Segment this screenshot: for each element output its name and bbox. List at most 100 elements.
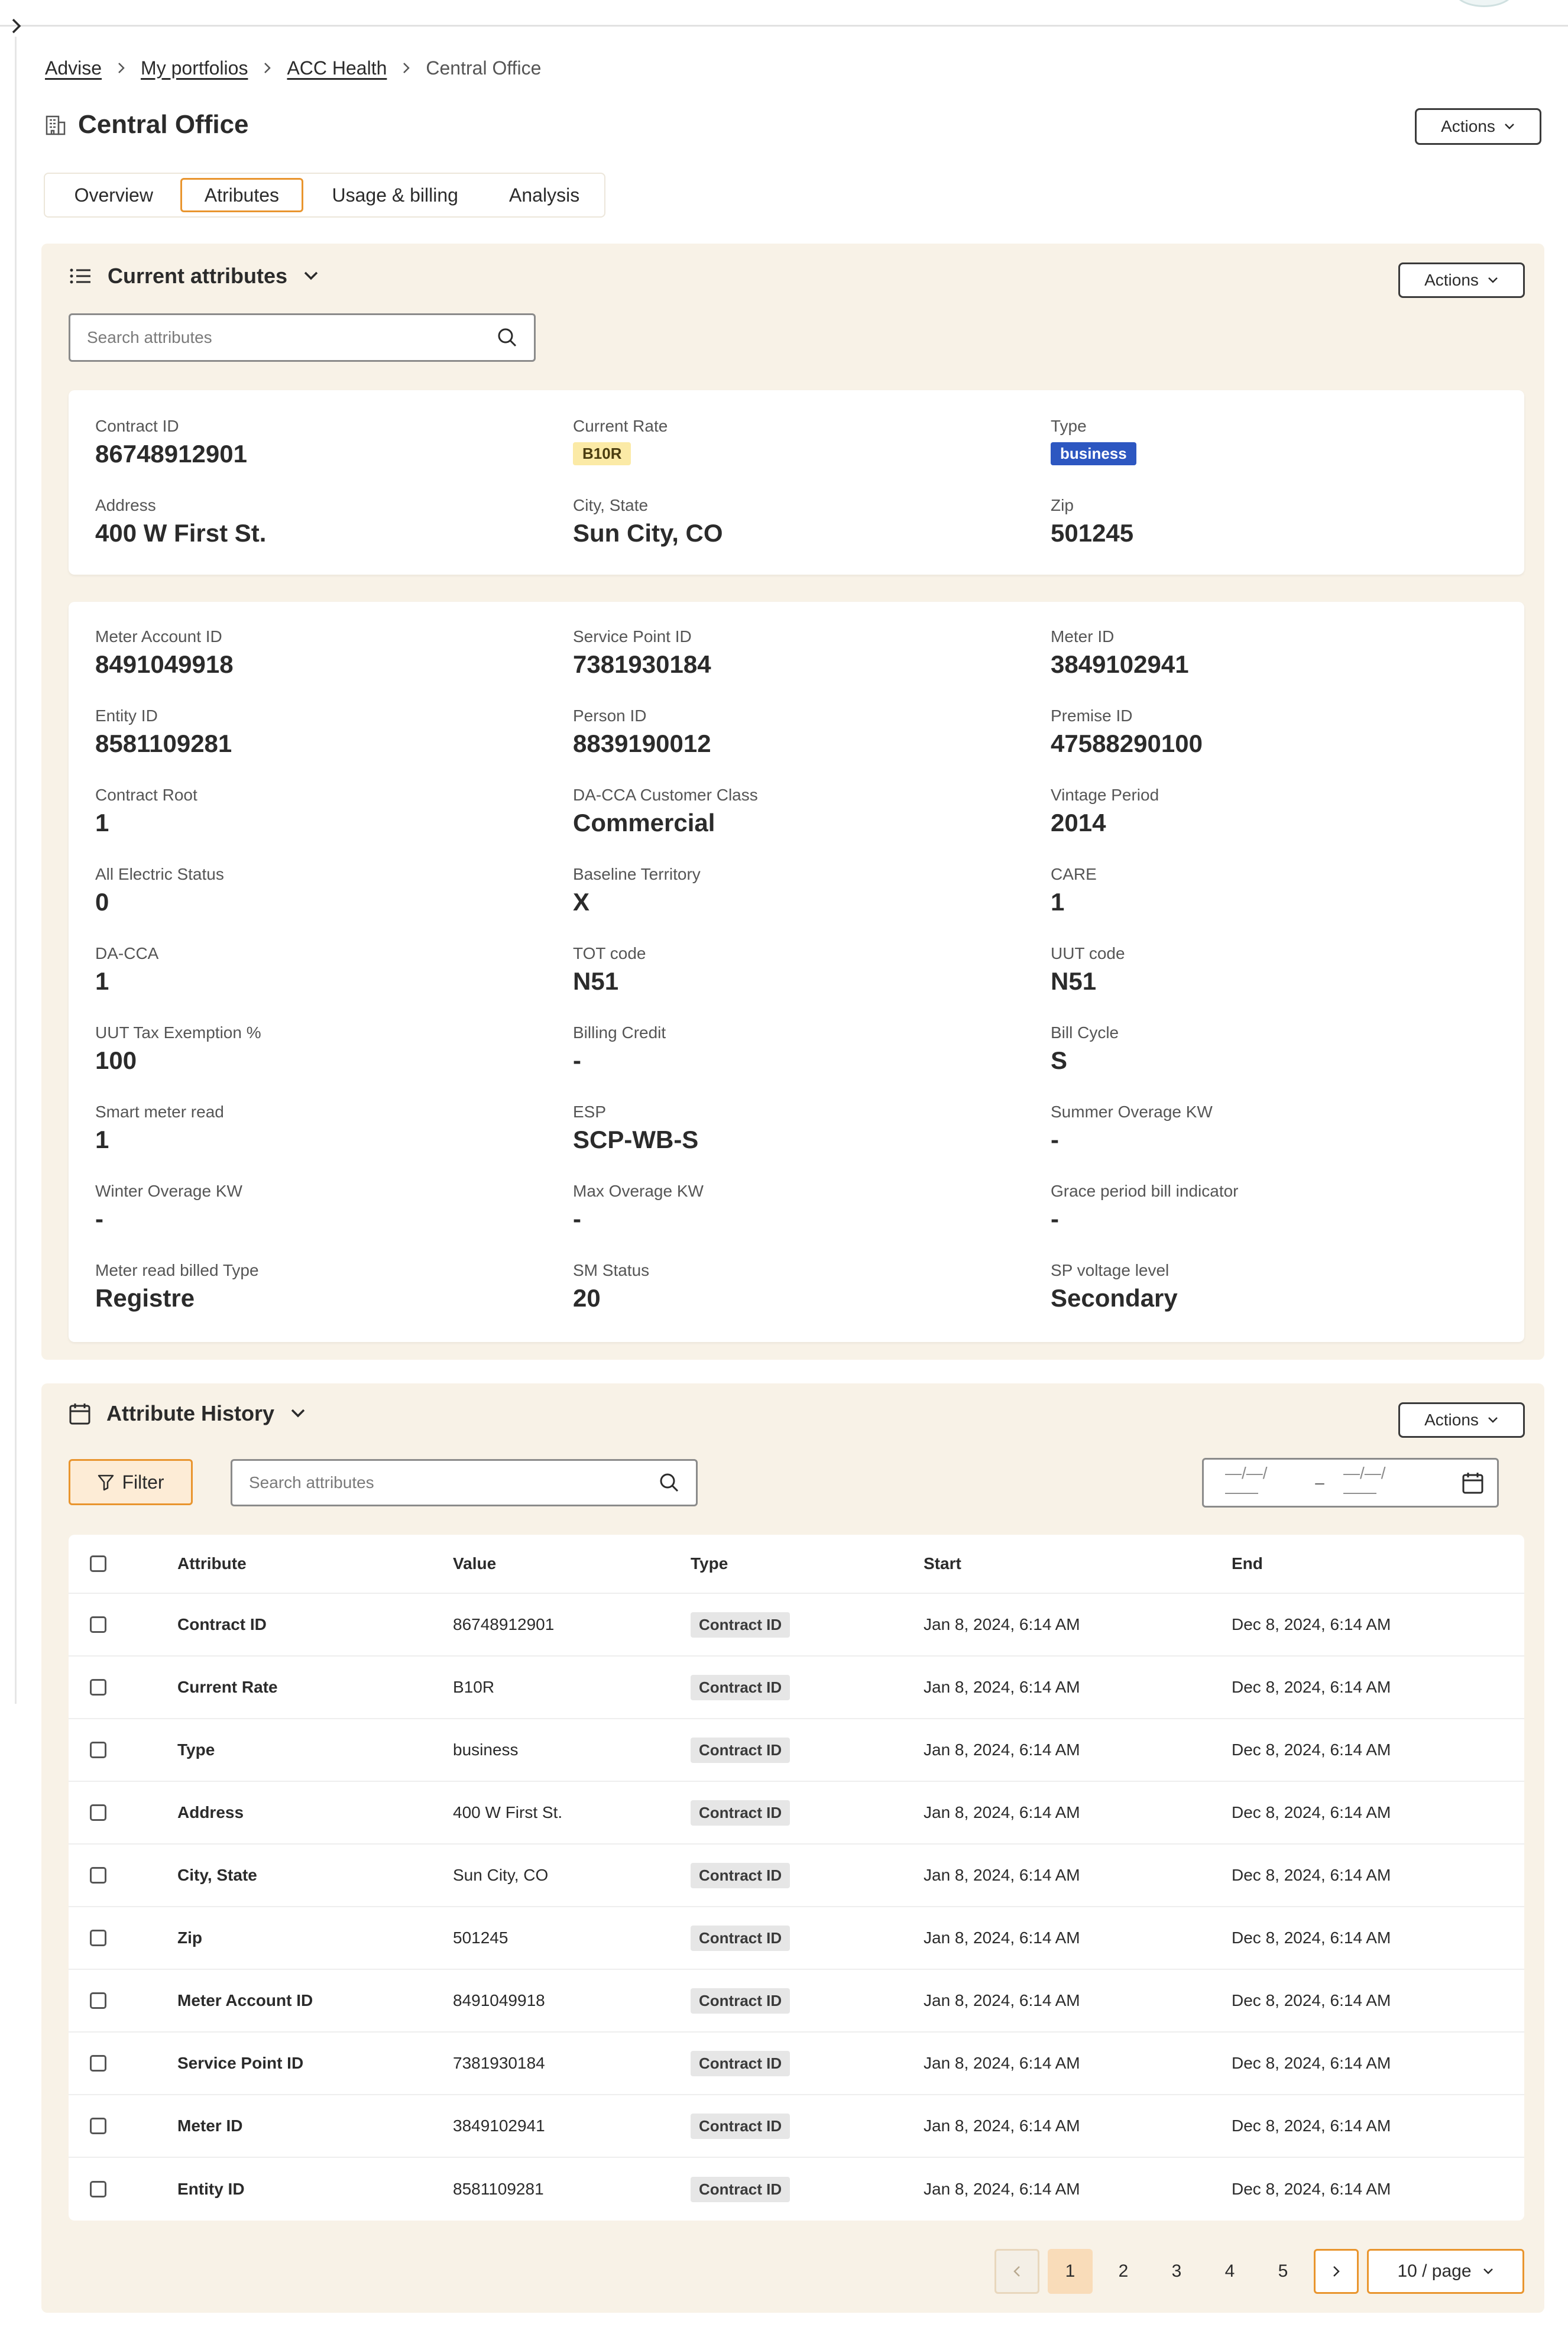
page-actions-button[interactable]: Actions: [1415, 108, 1541, 145]
field-baseline-territory: Baseline Territory X: [573, 864, 701, 918]
summary-card: Contract ID 86748912901 Current Rate B10…: [69, 390, 1524, 575]
field-label: Summer Overage KW: [1051, 1103, 1213, 1121]
value-text: 501245: [453, 1928, 508, 1947]
field-max-overage-kw: Max Overage KW -: [573, 1181, 704, 1234]
field-label: Meter read billed Type: [95, 1261, 259, 1279]
end-date-input[interactable]: —/—/——: [1343, 1464, 1414, 1502]
select-all-checkbox[interactable]: [90, 1555, 106, 1572]
start-text: Jan 8, 2024, 6:14 AM: [924, 1740, 1080, 1759]
tab-usage-billing[interactable]: Usage & billing: [303, 178, 487, 212]
current-attributes-actions-button[interactable]: Actions: [1398, 262, 1525, 298]
row-checkbox[interactable]: [90, 1867, 106, 1884]
row-checkbox[interactable]: [90, 1930, 106, 1946]
cell-value: Sun City, CO: [453, 1845, 548, 1906]
table-row[interactable]: City, State Sun City, CO Contract ID Jan 8,…: [69, 1845, 1524, 1907]
field-value: 400 W First St.: [95, 519, 267, 547]
history-search-input[interactable]: Search attributes: [231, 1459, 698, 1506]
filter-button[interactable]: Filter: [69, 1459, 193, 1505]
type-tag: Contract ID: [691, 1988, 791, 2014]
row-select-cell: [90, 1782, 106, 1843]
attribute-name: Type: [177, 1740, 215, 1759]
table-row[interactable]: Current Rate B10R Contract ID Jan 8, 2024, …: [69, 1657, 1524, 1719]
search-icon[interactable]: [497, 328, 517, 348]
table-row[interactable]: Zip 501245 Contract ID Jan 8, 2024, 6:14 AM…: [69, 1907, 1524, 1970]
table-row[interactable]: Type business Contract ID Jan 8, 2024, 6:14…: [69, 1719, 1524, 1782]
calendar-icon[interactable]: [1462, 1471, 1484, 1495]
start-date-input[interactable]: —/—/——: [1225, 1464, 1296, 1502]
attribute-name: Address: [177, 1803, 244, 1821]
breadcrumb-acc-health[interactable]: ACC Health: [287, 57, 387, 79]
page-3-button[interactable]: 3: [1154, 2249, 1199, 2294]
list-icon: [69, 265, 92, 287]
table-row[interactable]: Entity ID 8581109281 Contract ID Jan 8, 202…: [69, 2158, 1524, 2221]
table-row[interactable]: Address 400 W First St. Contract ID Jan 8, …: [69, 1782, 1524, 1845]
attribute-history-title: Attribute History: [106, 1401, 275, 1425]
calendar-icon: [69, 1402, 91, 1425]
type-tag: Contract ID: [691, 1674, 791, 1700]
field-value: 7381930184: [573, 650, 711, 678]
page-1-button[interactable]: 1: [1048, 2249, 1093, 2294]
row-select-cell: [90, 1907, 106, 1969]
cell-type: Contract ID: [691, 1907, 791, 1969]
field-label: SM Status: [573, 1261, 650, 1279]
row-checkbox[interactable]: [90, 2118, 106, 2134]
table-row[interactable]: Meter Account ID 8491049918 Contract ID Jan…: [69, 1970, 1524, 2033]
tab-overview[interactable]: Overview: [47, 178, 180, 212]
value-text: 8581109281: [453, 2180, 544, 2198]
search-icon[interactable]: [659, 1473, 679, 1493]
end-text: Dec 8, 2024, 6:14 AM: [1232, 1615, 1391, 1633]
attribute-name: Meter ID: [177, 2116, 243, 2135]
page-4-button[interactable]: 4: [1207, 2249, 1252, 2294]
breadcrumb-advise[interactable]: Advise: [45, 57, 102, 79]
attribute-history-actions-button[interactable]: Actions: [1398, 1402, 1525, 1438]
row-select-cell: [90, 1719, 106, 1781]
field-vintage-period: Vintage Period 2014: [1051, 785, 1159, 838]
table-row[interactable]: Contract ID 86748912901 Contract ID Jan 8, …: [69, 1594, 1524, 1657]
row-checkbox[interactable]: [90, 2181, 106, 2197]
previous-page-button[interactable]: [994, 2249, 1039, 2294]
details-card: Meter Account ID 8491049918 Service Point …: [69, 602, 1524, 1342]
current-attributes-header[interactable]: Current attributes: [69, 264, 319, 289]
field-uut-code: UUT code N51: [1051, 944, 1125, 997]
attribute-name: Entity ID: [177, 2180, 245, 2198]
row-checkbox[interactable]: [90, 1992, 106, 2009]
cell-start: Jan 8, 2024, 6:14 AM: [924, 2158, 1080, 2221]
field-smart-meter-read: Smart meter read 1: [95, 1102, 224, 1155]
row-checkbox[interactable]: [90, 1679, 106, 1696]
field-label: Grace period bill indicator: [1051, 1182, 1239, 1200]
cell-value: business: [453, 1719, 519, 1781]
tab-analysis[interactable]: Analysis: [487, 178, 602, 212]
page-5-button[interactable]: 5: [1261, 2249, 1305, 2294]
cell-end: Dec 8, 2024, 6:14 AM: [1232, 1845, 1391, 1906]
page-size-select[interactable]: 10 / page: [1367, 2249, 1524, 2294]
tab-bar: Overview Atributes Usage & billing Analy…: [44, 173, 605, 218]
cell-end: Dec 8, 2024, 6:14 AM: [1232, 2095, 1391, 2157]
row-select-cell: [90, 1594, 106, 1655]
table-row[interactable]: Service Point ID 7381930184 Contract ID Jan…: [69, 2033, 1524, 2095]
row-checkbox[interactable]: [90, 1616, 106, 1633]
column-header-type[interactable]: Type: [691, 1535, 728, 1593]
row-checkbox[interactable]: [90, 1742, 106, 1758]
table-row[interactable]: Meter ID 3849102941 Contract ID Jan 8, 2024…: [69, 2095, 1524, 2158]
row-checkbox[interactable]: [90, 2055, 106, 2072]
tab-attributes[interactable]: Atributes: [180, 178, 304, 212]
field-value: Registre: [95, 1284, 195, 1312]
cell-type: Contract ID: [691, 1719, 791, 1781]
column-header-value[interactable]: Value: [453, 1535, 496, 1593]
avatar[interactable]: [1454, 0, 1514, 7]
breadcrumb-separator-icon: [402, 61, 410, 74]
page-2-button[interactable]: 2: [1101, 2249, 1146, 2294]
attributes-search-input[interactable]: Search attributes: [69, 313, 536, 362]
attribute-history-header[interactable]: Attribute History: [69, 1401, 306, 1426]
breadcrumb-my-portfolios[interactable]: My portfolios: [141, 57, 248, 79]
date-range-picker[interactable]: —/—/—— – —/—/——: [1202, 1458, 1499, 1508]
column-header-attribute[interactable]: Attribute: [177, 1535, 247, 1593]
cell-end: Dec 8, 2024, 6:14 AM: [1232, 1970, 1391, 2031]
row-checkbox[interactable]: [90, 1804, 106, 1821]
expand-sidebar-button[interactable]: [6, 15, 27, 37]
field-value: 1: [95, 809, 109, 837]
type-tag: Contract ID: [691, 1612, 791, 1638]
column-header-end[interactable]: End: [1232, 1535, 1263, 1593]
column-header-start[interactable]: Start: [924, 1535, 961, 1593]
next-page-button[interactable]: [1314, 2249, 1359, 2294]
